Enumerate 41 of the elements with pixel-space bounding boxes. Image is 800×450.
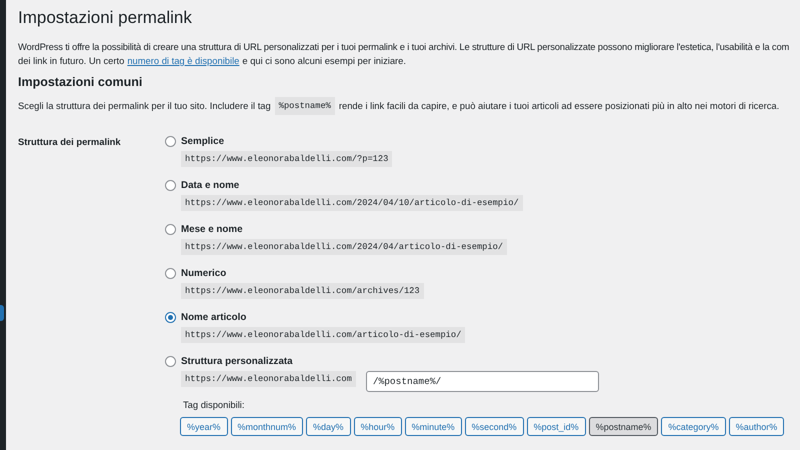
radio-button[interactable] (165, 224, 176, 234)
description-text: Scegli la struttura dei permalink per il tuo sito. Includere il tag (18, 99, 271, 113)
section-title: Impostazioni comuni (18, 74, 144, 91)
tag-code: %postname% (274, 97, 335, 115)
tag-button[interactable]: %year% (180, 417, 228, 436)
tag-button[interactable]: %day% (306, 417, 351, 436)
tag-button[interactable]: %category% (661, 417, 726, 436)
radio-button[interactable] (165, 268, 176, 278)
tags-label: Tag disponibili: (183, 399, 246, 410)
example-url: https://www.eleonorabaldelli.com/?p=123 (181, 151, 392, 167)
tag-button[interactable]: %minute% (404, 417, 462, 436)
tag-button[interactable]: %second% (464, 417, 524, 436)
url-prefix: https://www.eleonorabaldelli.com (181, 371, 356, 387)
option-label: Data e nome (181, 180, 240, 190)
intro-text: WordPress ti offre la possibilità di creare una struttura di URL personalizzati per i tuoi permalink e i tuoi archivi. Le strutture di URL personalizzate possono migliorare l'estetica, l'usabilità e la com (18, 40, 790, 54)
description-text: rende i link facili da capire, e può aiutare i tuoi articoli ad essere posizionati più in alto nei motori di ricerca. (338, 99, 780, 113)
structure-field[interactable]: /%postname%/ (366, 371, 599, 392)
option-label: Struttura personalizzata (181, 356, 293, 366)
intro-text: e qui ci sono alcuni esempi per iniziare. (242, 54, 406, 68)
tag-button[interactable]: %postname% (588, 417, 658, 436)
example-url: https://www.eleonorabaldelli.com/archives/123 (181, 283, 424, 299)
tag-button[interactable]: %hour% (354, 417, 402, 436)
tag-button[interactable]: %monthnum% (230, 417, 304, 436)
tag-button[interactable]: %author% (728, 417, 784, 436)
example-url: https://www.eleonorabaldelli.com/2024/04/articolo-di-esempio/ (181, 239, 508, 255)
option-label: Nome articolo (181, 312, 246, 322)
radio-button[interactable] (165, 180, 176, 190)
radio-button[interactable] (165, 356, 176, 366)
field-label: Struttura dei permalink (18, 135, 122, 149)
docs-link[interactable]: numero di tag è disponibile (127, 54, 240, 68)
example-url: https://www.eleonorabaldelli.com/2024/04/10/articolo-di-esempio/ (181, 195, 523, 211)
tag-button[interactable]: %post_id% (526, 417, 586, 436)
page-title: Impostazioni permalink (18, 8, 193, 28)
option-label: Numerico (181, 268, 226, 278)
radio-button[interactable] (165, 312, 176, 322)
option-label: Semplice (181, 136, 224, 146)
example-url: https://www.eleonorabaldelli.com/articolo-di-esempio/ (181, 327, 466, 343)
menu-pointer-icon (0, 305, 4, 321)
option-label: Mese e nome (181, 224, 243, 234)
radio-button[interactable] (165, 136, 176, 146)
intro-text: dei link in futuro. Un certo (18, 54, 124, 68)
